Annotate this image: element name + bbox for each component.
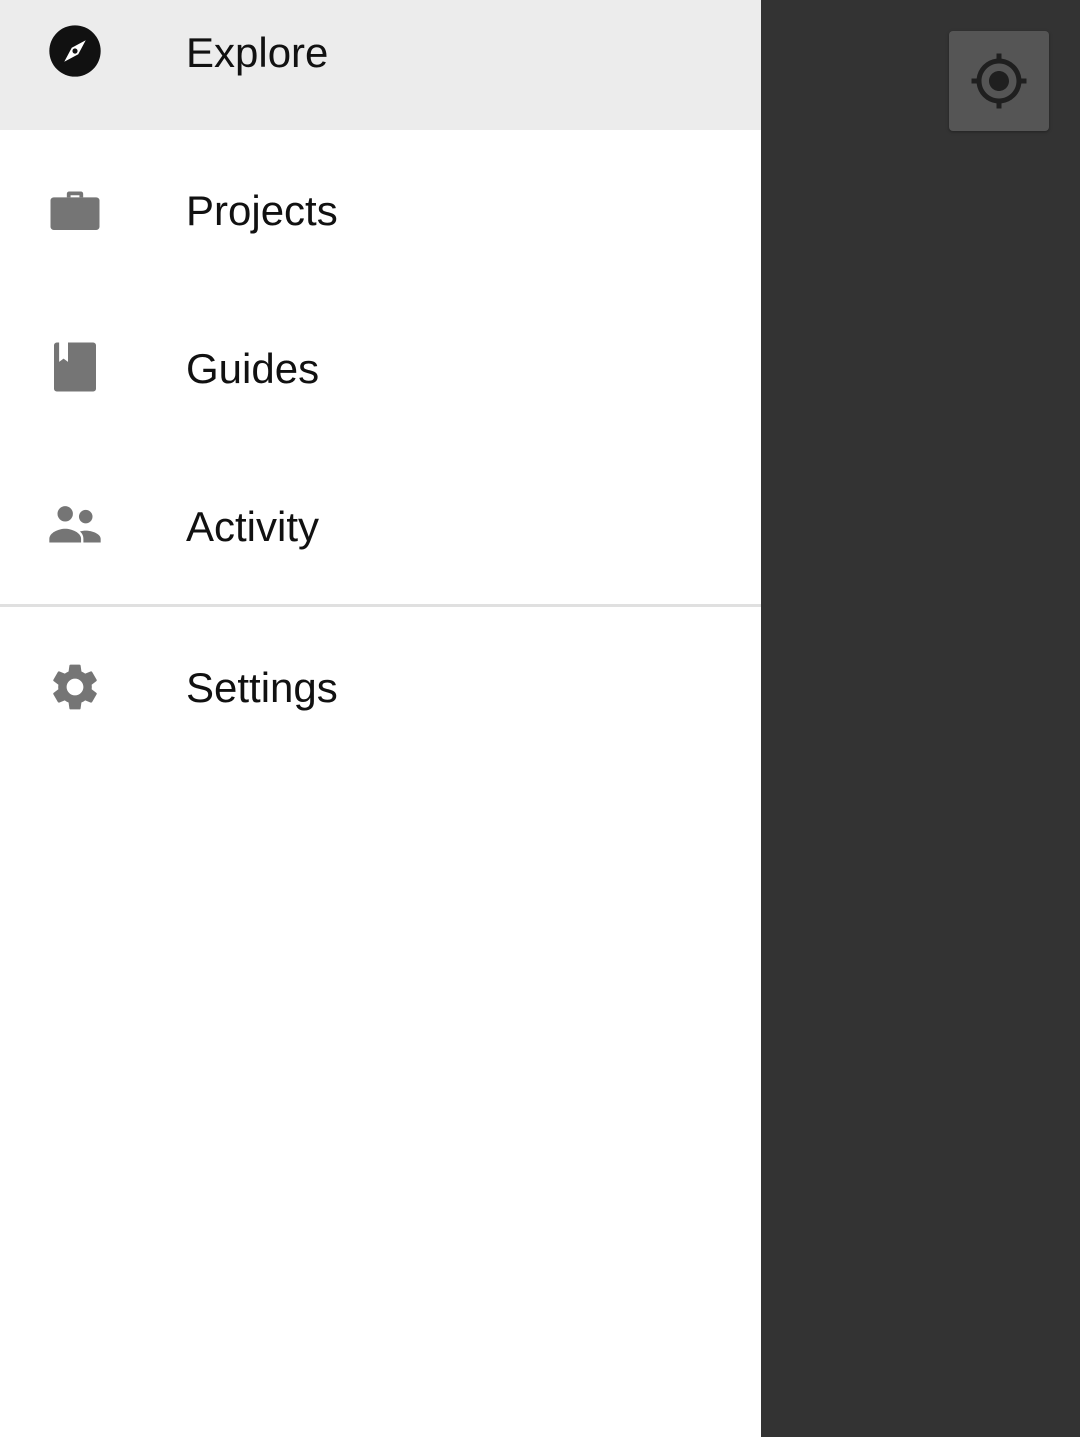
nav-label-activity: Activity (186, 503, 320, 550)
book-icon (47, 339, 103, 395)
my-location-icon (971, 53, 1027, 109)
nav-item-projects[interactable]: Projects (0, 130, 761, 288)
nav-item-activity[interactable]: Activity (0, 446, 761, 604)
nav-label-settings: Settings (186, 664, 338, 711)
my-location-button[interactable] (949, 31, 1049, 131)
nav-label-guides: Guides (186, 345, 320, 392)
navigation-drawer: Explore Projects Guides Activity Setting… (0, 0, 761, 1437)
nav-item-explore[interactable]: Explore (0, 0, 761, 130)
nav-label-explore: Explore (186, 29, 329, 76)
nav-label-projects: Projects (186, 187, 338, 234)
briefcase-icon (47, 181, 103, 237)
gear-icon (47, 659, 103, 715)
nav-item-guides[interactable]: Guides (0, 288, 761, 446)
nav-item-settings[interactable]: Settings (0, 607, 761, 767)
compass-icon (47, 23, 103, 79)
people-icon (47, 497, 103, 553)
